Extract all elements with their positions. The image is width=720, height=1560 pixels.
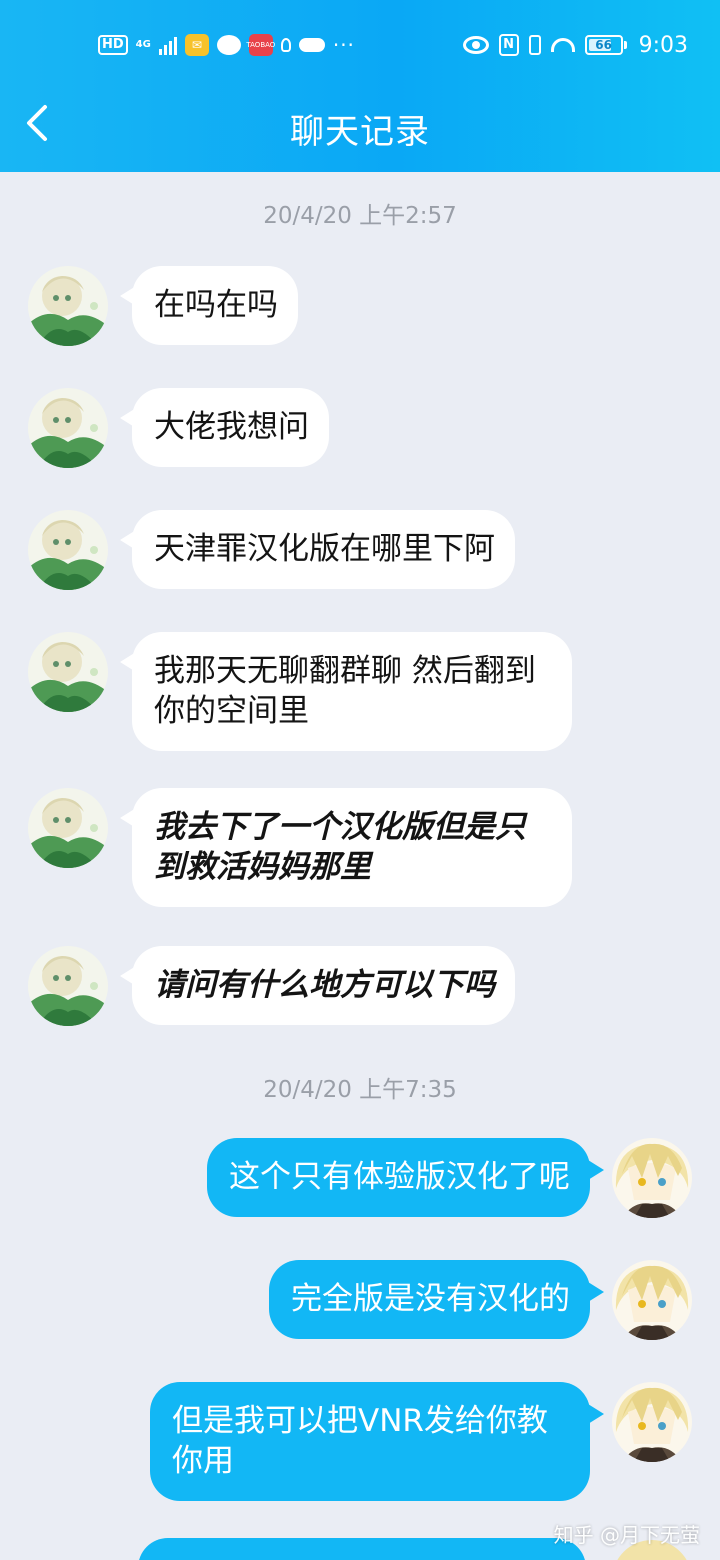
lightbulb-icon bbox=[280, 38, 291, 52]
speed-gauge-icon bbox=[550, 38, 575, 52]
contact-avatar[interactable] bbox=[28, 632, 108, 712]
message-row: 但是我可以把VNR发给你教你用 bbox=[150, 1382, 692, 1501]
incoming-message-bubble[interactable]: 我那天无聊翻群聊 然后翻到你的空间里 bbox=[120, 632, 572, 751]
vibrate-icon bbox=[528, 35, 541, 55]
user-avatar[interactable] bbox=[612, 1382, 692, 1462]
status-bar-right: N 66 9:03 bbox=[462, 30, 688, 60]
contact-avatar[interactable] bbox=[28, 510, 108, 590]
cloud-icon bbox=[298, 38, 325, 52]
status-bar: HD 4G ✉ TAOBAO ··· N 66 9:03 bbox=[0, 0, 720, 90]
eye-comfort-icon bbox=[462, 36, 489, 54]
message-row: 完全版是没有汉化的 bbox=[269, 1260, 692, 1340]
status-bar-left: HD 4G ✉ TAOBAO ··· bbox=[98, 32, 355, 58]
message-row: 大佬我想问 bbox=[28, 388, 329, 468]
contact-avatar[interactable] bbox=[28, 266, 108, 346]
network-type: 4G bbox=[135, 39, 151, 50]
user-avatar[interactable] bbox=[612, 1260, 692, 1340]
incoming-message-bubble[interactable]: 请问有什么地方可以下吗 bbox=[120, 946, 515, 1025]
contact-avatar[interactable] bbox=[28, 946, 108, 1026]
incoming-message-bubble[interactable]: 大佬我想问 bbox=[120, 388, 329, 467]
chat-history[interactable]: 20/4/20 上午2:57 在吗在吗 大佬我想问 天津罪汉化版在哪里下阿 我那… bbox=[0, 172, 720, 1560]
clock: 9:03 bbox=[638, 32, 688, 58]
incoming-message-bubble[interactable]: 天津罪汉化版在哪里下阿 bbox=[120, 510, 515, 589]
outgoing-message-bubble[interactable]: 但是我可以把VNR发给你教你用 bbox=[150, 1382, 604, 1501]
shopping-app-icon: TAOBAO bbox=[246, 34, 275, 56]
incoming-message-bubble[interactable]: 在吗在吗 bbox=[120, 266, 298, 345]
message-row: 请问有什么地方可以下吗 bbox=[28, 946, 515, 1026]
mail-icon: ✉ bbox=[184, 34, 209, 56]
nfc-icon: N bbox=[498, 34, 519, 56]
message-row: 天津罪汉化版在哪里下阿 bbox=[28, 510, 515, 590]
message-timestamp: 20/4/20 上午7:35 bbox=[263, 1077, 457, 1103]
chat-notification-icon bbox=[216, 35, 241, 55]
page-title: 聊天记录 bbox=[290, 112, 430, 152]
message-row: 我去下了一个汉化版但是只到救活妈妈那里 bbox=[28, 788, 572, 907]
incoming-message-bubble[interactable]: 我去下了一个汉化版但是只到救活妈妈那里 bbox=[120, 788, 572, 907]
message-timestamp: 20/4/20 上午2:57 bbox=[263, 203, 457, 229]
outgoing-message-bubble[interactable]: 这个只有体验版汉化了呢 bbox=[207, 1138, 604, 1217]
user-avatar[interactable] bbox=[612, 1138, 692, 1218]
outgoing-message-bubble[interactable]: 完全版是没有汉化的 bbox=[269, 1260, 604, 1339]
signal-icon bbox=[158, 35, 177, 55]
contact-avatar[interactable] bbox=[28, 788, 108, 868]
outgoing-message-bubble-partial[interactable] bbox=[138, 1538, 586, 1560]
hd-badge: HD bbox=[98, 35, 128, 55]
battery-icon: 66 bbox=[584, 35, 627, 55]
message-row: 我那天无聊翻群聊 然后翻到你的空间里 bbox=[28, 632, 572, 751]
title-bar: 聊天记录 bbox=[0, 90, 720, 172]
contact-avatar[interactable] bbox=[28, 388, 108, 468]
battery-level: 66 bbox=[595, 38, 612, 52]
more-notifications-icon: ··· bbox=[332, 33, 355, 57]
message-row: 这个只有体验版汉化了呢 bbox=[207, 1138, 692, 1218]
message-row: 在吗在吗 bbox=[28, 266, 298, 346]
watermark: 知乎 @月下无萤 bbox=[553, 1523, 700, 1547]
app-header: HD 4G ✉ TAOBAO ··· N 66 9:03 聊天记录 bbox=[0, 0, 720, 172]
